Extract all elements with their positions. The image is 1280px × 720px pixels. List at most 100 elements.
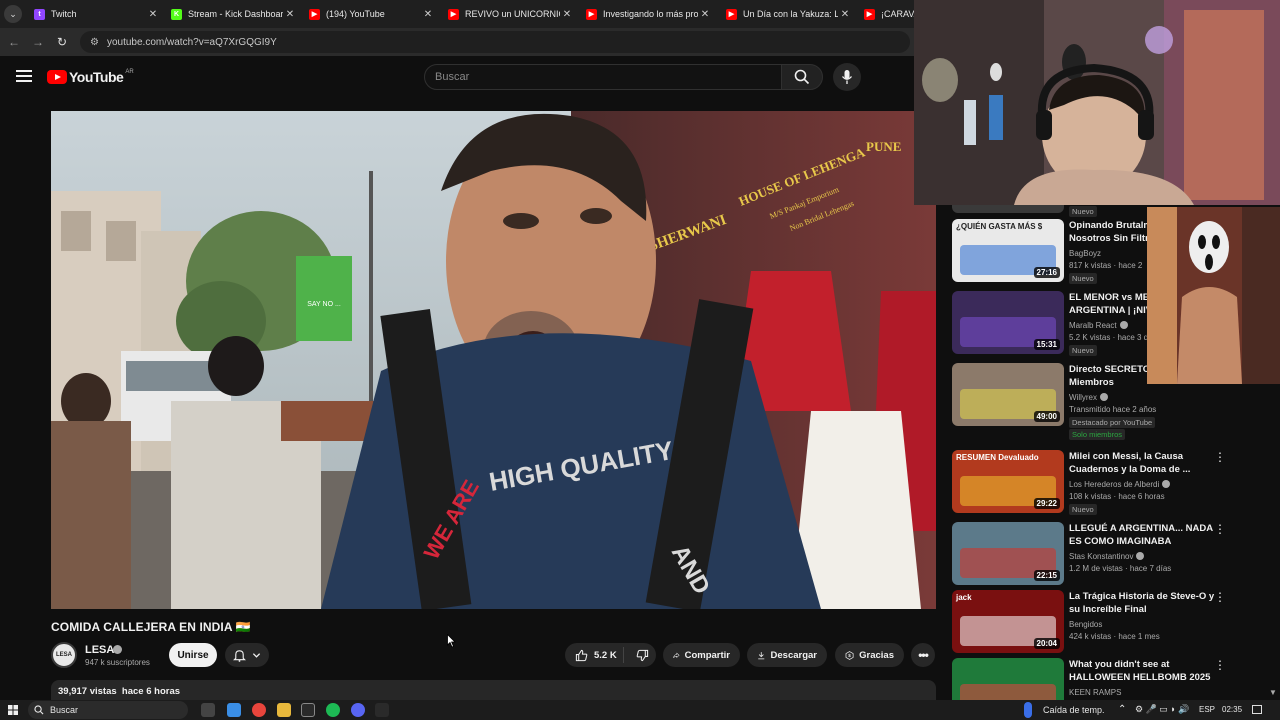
language-indicator[interactable]: ESP: [1199, 705, 1215, 714]
recommended-channel[interactable]: Bengidos: [1069, 620, 1102, 629]
subscriber-count: 947 k suscriptores: [85, 658, 150, 667]
forward-icon[interactable]: →: [30, 34, 46, 50]
tab-favicon-icon: ▶: [309, 8, 320, 20]
youtube-logo[interactable]: YouTube AR: [47, 69, 134, 85]
recommended-meta: 5.2 K vistas · hace 3 d: [1069, 333, 1149, 342]
tab-close-icon[interactable]: ✕: [146, 9, 160, 20]
file-explorer-icon[interactable]: [277, 703, 291, 717]
address-bar[interactable]: ⚙ youtube.com/watch?v=aQ7XrGQGI9Y: [80, 31, 910, 53]
notifications-button[interactable]: [225, 643, 269, 667]
weather-text[interactable]: Caída de temp.: [1043, 705, 1105, 715]
video-thumbnail[interactable]: 15:31: [952, 291, 1064, 354]
recommended-video[interactable]: RESUMEN Devaluado 29:22 Milei con Messi, l…: [952, 450, 1280, 515]
more-actions-button[interactable]: •••: [911, 643, 935, 667]
video-thumbnail[interactable]: 49:00: [952, 363, 1064, 426]
store-icon[interactable]: [301, 703, 315, 717]
browser-tab[interactable]: ▶ (194) YouTube ✕: [303, 2, 435, 26]
browser-tab[interactable]: ▶ Investigando lo más profu ✕: [580, 2, 712, 26]
video-thumbnail[interactable]: ¿QUIÉN GASTA MÁS $ 27:16: [952, 219, 1064, 282]
tab-close-icon[interactable]: ✕: [560, 9, 574, 20]
tab-close-icon[interactable]: ✕: [283, 9, 297, 20]
duration-badge: 15:31: [1033, 339, 1060, 350]
avatar-logo-text: LESA: [55, 652, 72, 658]
tray-icons[interactable]: ⚙ 🎤 ▭ ◗ 🔊: [1135, 704, 1189, 715]
recommended-title[interactable]: LLEGUÉ A ARGENTINA... NADA ES COMO IMAGIN…: [1069, 522, 1229, 548]
tab-close-icon[interactable]: ✕: [421, 9, 435, 20]
video-frame: SAY NO ... HOUSE OF LEHENGA M/S Pankaj E…: [51, 111, 936, 609]
scrollbar-down-arrow-icon[interactable]: ▼: [1269, 688, 1277, 697]
tab-search-button[interactable]: ⌄: [4, 5, 22, 23]
spotify-icon[interactable]: [326, 703, 340, 717]
search-button[interactable]: [781, 64, 823, 90]
browser-tab-strip: ⌄ t Twitch ✕ K Stream - Kick Dashboard ✕ ▶ (194…: [0, 0, 914, 28]
search-input[interactable]: Buscar: [424, 64, 782, 90]
description-box[interactable]: 39,917 vistas hace 6 horas: [51, 680, 936, 702]
recommended-channel[interactable]: Stas Konstantinov: [1069, 552, 1145, 561]
tray-chevron-icon[interactable]: ⌃: [1118, 704, 1126, 715]
os-taskbar: Buscar Caída de temp. ⌃ ⚙ 🎤 ▭ ◗ 🔊 ESP 02…: [0, 700, 1280, 720]
taskbar-search[interactable]: Buscar: [28, 701, 188, 719]
share-button[interactable]: Compartir: [663, 643, 740, 667]
windows-start-icon[interactable]: [8, 705, 18, 715]
video-thumbnail[interactable]: [952, 658, 1064, 700]
menu-icon[interactable]: [16, 70, 32, 82]
notifications-icon[interactable]: [1252, 705, 1262, 714]
video-thumbnail[interactable]: RESUMEN Devaluado 29:22: [952, 450, 1064, 513]
join-button[interactable]: Unirse: [169, 643, 217, 667]
browser-tab[interactable]: ▶ ¡CARAVAN: [858, 2, 914, 26]
copilot-icon[interactable]: [227, 703, 241, 717]
recommended-channel[interactable]: BagBoyz: [1069, 249, 1101, 258]
recommended-title[interactable]: Milei con Messi, la Causa Cuadernos y la …: [1069, 450, 1229, 476]
video-thumbnail[interactable]: 22:15: [952, 522, 1064, 585]
site-info-icon[interactable]: ⚙: [90, 37, 99, 48]
more-options-icon[interactable]: ⋮: [1214, 591, 1226, 603]
ghost-mask-frame: [1147, 207, 1280, 384]
search-icon: [794, 69, 810, 85]
bell-icon: [233, 649, 246, 662]
recommended-video[interactable]: jack 20:04 La Trágica Historia de Steve-O …: [952, 590, 1280, 654]
recommended-channel[interactable]: Maralb React: [1069, 321, 1128, 330]
channel-name[interactable]: LESA: [85, 644, 114, 656]
discord-icon[interactable]: [351, 703, 365, 717]
recommended-title[interactable]: What you didn't see at HALLOWEEN HELLBOMB…: [1069, 658, 1229, 684]
title-line-1: Milei con Messi, la Causa: [1069, 451, 1184, 462]
clock[interactable]: 02:35: [1222, 705, 1242, 714]
recommended-video[interactable]: What you didn't see at HALLOWEEN HELLBOMB…: [952, 658, 1280, 700]
browser-tab[interactable]: ▶ Un Día con la Yakuza: La M✕: [720, 2, 852, 26]
channel-avatar[interactable]: LESA: [51, 642, 77, 668]
tab-favicon-icon: t: [34, 8, 45, 20]
tab-close-icon[interactable]: ✕: [838, 9, 852, 20]
recommended-channel[interactable]: Willyrex: [1069, 393, 1108, 402]
back-icon[interactable]: ←: [6, 34, 22, 50]
browser-tab[interactable]: K Stream - Kick Dashboard ✕: [165, 2, 297, 26]
title-line-2: su Increíble Final: [1069, 604, 1147, 615]
download-button[interactable]: Descargar: [747, 643, 827, 667]
channel-name-text: Los Herederos de Alberdi: [1069, 480, 1160, 489]
browser-tab[interactable]: ▶ REVIVO un UNICORNIO A✕: [442, 2, 574, 26]
recommended-channel[interactable]: KEEN RAMPS: [1069, 688, 1121, 697]
video-thumbnail[interactable]: jack 20:04: [952, 590, 1064, 653]
like-dislike-group: 5.2 K: [565, 643, 656, 667]
more-options-icon[interactable]: ⋮: [1214, 523, 1226, 535]
dislike-button[interactable]: [629, 649, 656, 662]
app-icon[interactable]: [375, 703, 389, 717]
reload-icon[interactable]: ↻: [54, 34, 70, 50]
youtube-header: YouTube AR Buscar: [0, 56, 914, 100]
channel-name-text: Maralb React: [1069, 321, 1117, 330]
browser-tab[interactable]: t Twitch ✕: [28, 2, 160, 26]
tab-close-icon[interactable]: ✕: [698, 9, 712, 20]
more-options-icon[interactable]: ⋮: [1214, 451, 1226, 463]
task-view-icon[interactable]: [201, 703, 215, 717]
like-button[interactable]: 5.2 K: [565, 647, 625, 663]
more-options-icon[interactable]: ⋮: [1214, 659, 1226, 671]
recommended-meta: 817 k vistas · hace 2: [1069, 261, 1143, 270]
recommended-video[interactable]: 22:15 LLEGUÉ A ARGENTINA... NADA ES COMO I…: [952, 522, 1280, 586]
thanks-button[interactable]: $ Gracias: [835, 643, 904, 667]
channel-name-text: Bengidos: [1069, 620, 1103, 629]
recommended-channel[interactable]: Los Herederos de Alberdi: [1069, 480, 1171, 489]
chrome-icon[interactable]: [252, 703, 266, 717]
voice-search-button[interactable]: [833, 63, 861, 91]
video-player[interactable]: SAY NO ... HOUSE OF LEHENGA M/S Pankaj E…: [51, 111, 936, 609]
partial-thumbnail[interactable]: [952, 205, 1064, 213]
recommended-title[interactable]: La Trágica Historia de Steve-O y su Incre…: [1069, 590, 1229, 616]
